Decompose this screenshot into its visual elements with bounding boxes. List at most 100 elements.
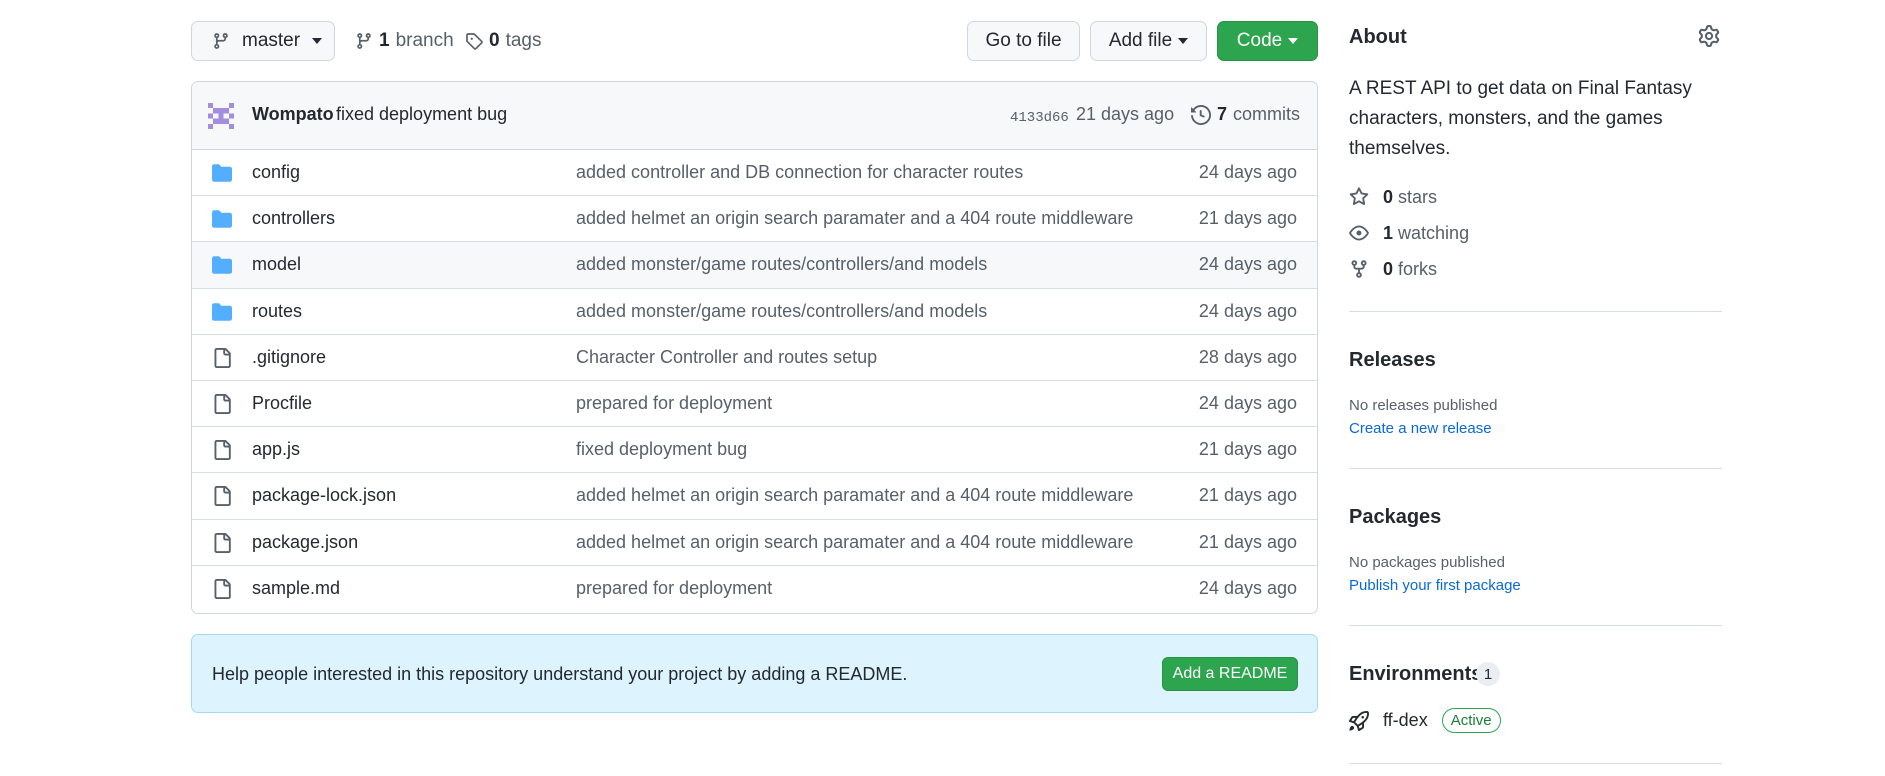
file-row[interactable]: model added monster/game routes/controlle… [192, 242, 1317, 289]
file-name-link[interactable]: .gitignore [252, 347, 326, 368]
history-icon [1191, 104, 1211, 125]
environments-heading[interactable]: Environments [1349, 663, 1482, 686]
packages-empty-text: No packages published [1349, 554, 1505, 571]
file-commit-message-link[interactable]: added monster/game routes/controllers/an… [576, 301, 987, 322]
add-file-label: Add file [1108, 30, 1173, 51]
tag-count: 0 [489, 30, 500, 51]
file-commit-message-link[interactable]: added helmet an origin search paramater … [576, 532, 1133, 553]
watchers-link[interactable]: 1 watching [1349, 221, 1469, 245]
add-file-button[interactable]: Add file [1090, 21, 1207, 61]
file-commit-message-link[interactable]: added monster/game routes/controllers/an… [576, 254, 987, 275]
section-divider [1349, 468, 1722, 469]
file-icon [214, 578, 231, 599]
repo-forked-icon [1351, 260, 1367, 278]
file-icon [214, 440, 231, 461]
tag-icon [466, 33, 483, 50]
file-name-link[interactable]: package-lock.json [252, 485, 396, 506]
file-icon [214, 532, 231, 553]
file-name-link[interactable]: package.json [252, 532, 358, 553]
file-commit-message-link[interactable]: added helmet an origin search paramater … [576, 208, 1133, 229]
file-commit-age: 24 days ago [1198, 578, 1297, 599]
code-label: Code [1236, 30, 1283, 51]
publish-package-link[interactable]: Publish your first package [1349, 577, 1521, 594]
file-row[interactable]: sample.md prepared for deployment 24 days … [192, 566, 1317, 612]
file-row[interactable]: package-lock.json added helmet an origin … [192, 473, 1317, 520]
git-branch-icon [214, 33, 228, 49]
file-name-link[interactable]: routes [252, 301, 302, 322]
code-button[interactable]: Code [1217, 21, 1318, 61]
file-commit-message-link[interactable]: added helmet an origin search paramater … [576, 485, 1133, 506]
eye-icon [1349, 225, 1369, 241]
stars-link[interactable]: 0 stars [1349, 185, 1437, 209]
file-browser: Wompato fixed deployment bug 4133d66 21 … [191, 81, 1318, 614]
file-name-link[interactable]: app.js [252, 439, 300, 460]
environment-item[interactable]: ff-dex Active [1349, 708, 1501, 733]
folder-icon [212, 256, 232, 275]
commit-message-link[interactable]: fixed deployment bug [336, 104, 507, 125]
file-commit-age: 24 days ago [1198, 162, 1297, 183]
star-icon [1349, 187, 1369, 206]
file-commit-age: 24 days ago [1198, 300, 1297, 321]
branches-link[interactable]: 1 branch [355, 21, 454, 61]
file-row[interactable]: package.json added helmet an origin searc… [192, 520, 1317, 566]
file-row[interactable]: routes added monster/game routes/controll… [192, 289, 1317, 335]
branch-label: branch [395, 30, 454, 51]
environment-name[interactable]: ff-dex [1383, 710, 1428, 731]
repo-description: A REST API to get data on Final Fantasy … [1349, 78, 1692, 159]
packages-heading[interactable]: Packages [1349, 506, 1441, 529]
file-name-link[interactable]: controllers [252, 208, 335, 229]
go-to-file-button[interactable]: Go to file [967, 21, 1080, 61]
go-to-file-label: Go to file [985, 30, 1062, 51]
commit-author-link[interactable]: Wompato [252, 104, 334, 125]
environments-count-badge: 1 [1476, 662, 1500, 686]
file-commit-age: 24 days ago [1198, 393, 1297, 414]
chevron-down-icon [1178, 38, 1189, 44]
file-commit-message-link[interactable]: added controller and DB connection for c… [576, 162, 1023, 183]
watching-label: watching [1398, 222, 1470, 243]
file-row[interactable]: config added controller and DB connection… [192, 150, 1317, 197]
section-divider [1349, 311, 1722, 312]
commit-age: 21 days ago [1076, 104, 1175, 124]
file-row[interactable]: Procfile prepared for deployment 24 days a… [192, 381, 1317, 428]
stars-label: stars [1398, 186, 1438, 207]
tag-label: tags [505, 30, 542, 51]
tags-link[interactable]: 0 tags [465, 21, 542, 61]
file-commit-message-link[interactable]: prepared for deployment [576, 578, 772, 599]
watching-count: 1 [1383, 222, 1394, 243]
file-name-link[interactable]: sample.md [252, 578, 340, 599]
commit-sha-link[interactable]: 4133d66 [1010, 110, 1069, 126]
add-readme-button[interactable]: Add a README [1162, 657, 1298, 691]
gear-icon[interactable] [1698, 25, 1720, 47]
commits-link[interactable]: 7 commits [1191, 104, 1300, 125]
readme-prompt: Help people interested in this repositor… [191, 634, 1318, 713]
branch-count: 1 [379, 30, 390, 51]
chevron-down-icon [1288, 38, 1299, 44]
section-divider [1349, 763, 1722, 764]
releases-heading[interactable]: Releases [1349, 349, 1436, 372]
file-name-link[interactable]: config [252, 162, 300, 183]
file-commit-message-link[interactable]: fixed deployment bug [576, 439, 747, 460]
repo-toolbar: master 1 branch 0 tags Go to file Add fi… [191, 21, 1318, 61]
file-commit-age: 21 days ago [1198, 531, 1297, 552]
forks-link[interactable]: 0 forks [1349, 257, 1437, 281]
rocket-icon [1349, 710, 1369, 731]
file-row[interactable]: controllers added helmet an origin search… [192, 196, 1317, 243]
about-heading: About [1349, 26, 1407, 48]
file-name-link[interactable]: Procfile [252, 393, 312, 414]
create-release-link[interactable]: Create a new release [1349, 420, 1492, 437]
stars-count: 0 [1383, 186, 1394, 207]
file-commit-message-link[interactable]: prepared for deployment [576, 393, 772, 414]
file-icon [214, 393, 231, 414]
avatar[interactable] [208, 103, 234, 129]
file-commit-message-link[interactable]: Character Controller and routes setup [576, 347, 877, 368]
file-row[interactable]: app.js fixed deployment bug 21 days ago [192, 427, 1317, 474]
file-commit-age: 21 days ago [1198, 439, 1297, 460]
file-commit-age: 21 days ago [1198, 208, 1297, 229]
file-row[interactable]: .gitignore Character Controller and route… [192, 335, 1317, 381]
releases-empty-text: No releases published [1349, 397, 1498, 414]
branch-name: master [242, 30, 301, 51]
branch-select-button[interactable]: master [191, 21, 335, 61]
folder-icon [212, 302, 232, 321]
file-name-link[interactable]: model [252, 254, 301, 275]
chevron-down-icon [312, 38, 323, 44]
